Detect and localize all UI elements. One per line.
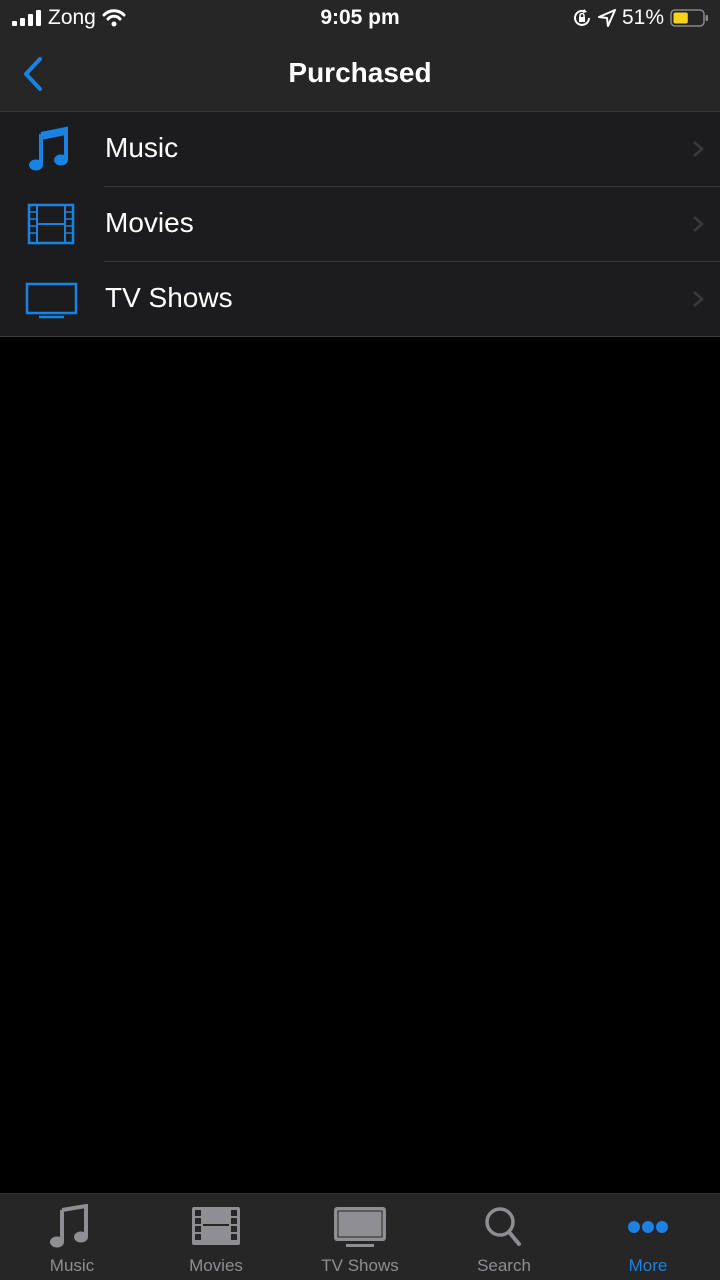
status-bar: Zong 9:05 pm 51%	[0, 0, 720, 38]
chevron-right-icon	[693, 141, 704, 157]
list-item-movies[interactable]: Movies	[0, 187, 720, 262]
orientation-lock-icon	[574, 9, 590, 26]
location-icon	[597, 9, 616, 27]
purchased-list: Music Movies TV Shows	[0, 112, 720, 337]
navigation-bar: Purchased	[0, 38, 720, 112]
film-icon	[27, 203, 75, 245]
more-icon	[628, 1221, 668, 1233]
list-item-label: Music	[105, 132, 179, 163]
tv-icon	[25, 282, 78, 319]
list-item-label: Movies	[105, 207, 194, 238]
page-title: Purchased	[288, 57, 432, 88]
music-note-icon	[29, 126, 68, 171]
list-item-music[interactable]: Music	[0, 112, 720, 187]
tab-label: TV Shows	[321, 1256, 399, 1275]
chevron-right-icon	[693, 216, 704, 232]
list-item-tv-shows[interactable]: TV Shows	[0, 262, 720, 337]
chevron-right-icon	[693, 291, 704, 307]
film-icon	[192, 1207, 240, 1245]
tv-icon	[334, 1207, 386, 1247]
tab-tv-shows[interactable]: TV Shows	[288, 1194, 432, 1280]
search-icon	[485, 1207, 521, 1246]
battery-icon	[670, 9, 708, 27]
list-item-label: TV Shows	[105, 282, 233, 313]
tab-label: Search	[477, 1256, 531, 1275]
tab-label: Movies	[189, 1256, 243, 1275]
tab-music[interactable]: Music	[0, 1194, 144, 1280]
tab-search[interactable]: Search	[432, 1194, 576, 1280]
music-note-icon	[50, 1204, 88, 1248]
tab-label: Music	[49, 1256, 95, 1275]
battery-percent: 51%	[621, 6, 664, 29]
tab-label: More	[628, 1256, 668, 1275]
tab-movies[interactable]: Movies	[144, 1194, 288, 1280]
tab-more[interactable]: More	[576, 1194, 720, 1280]
tab-bar: Music Movies TV Shows Search More	[0, 1193, 720, 1280]
